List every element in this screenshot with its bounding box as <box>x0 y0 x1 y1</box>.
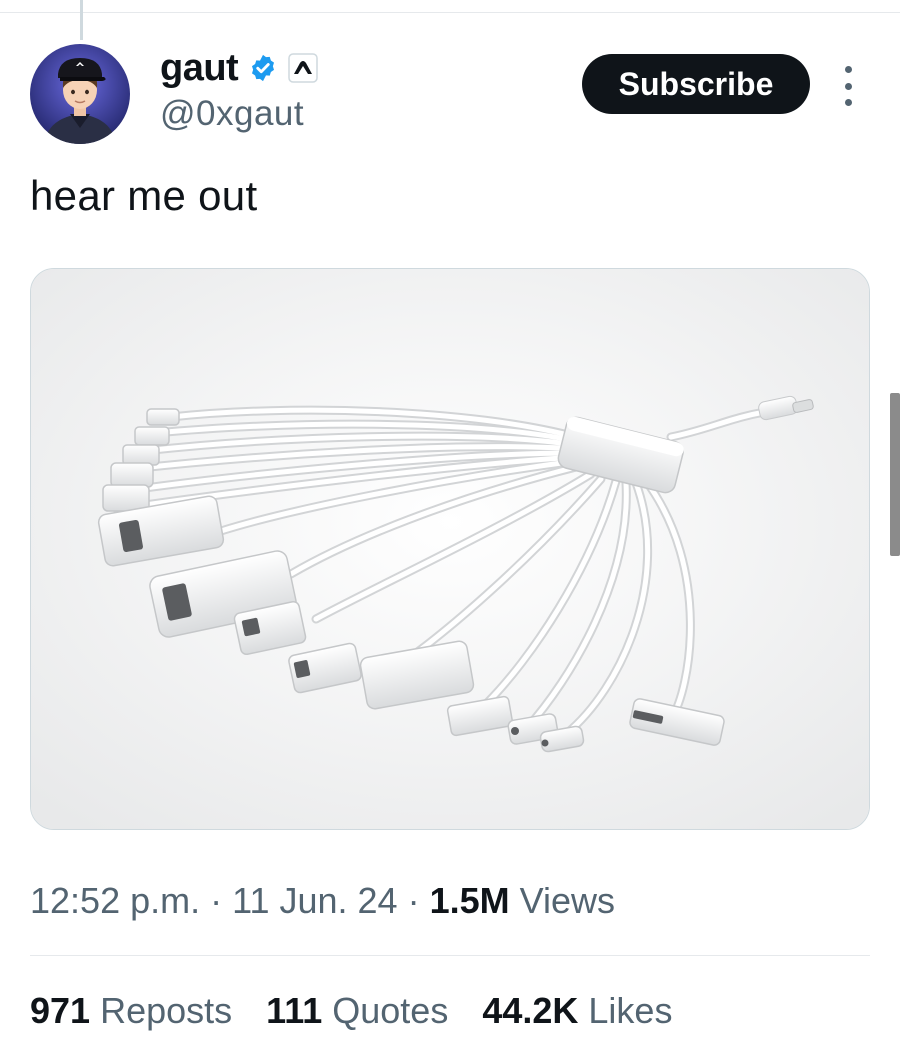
tweet-text: hear me out <box>30 172 258 219</box>
quotes-stat[interactable]: 111 Quotes <box>266 990 448 1032</box>
top-divider <box>0 12 900 13</box>
stat-label: Likes <box>588 990 673 1031</box>
avatar[interactable] <box>30 44 130 144</box>
more-dot <box>844 66 852 73</box>
scrollbar-thumb[interactable] <box>890 393 900 556</box>
tweet-date[interactable]: 11 Jun. 24 <box>232 880 397 921</box>
stat-count: 111 <box>266 990 323 1031</box>
author-display-name[interactable]: gaut <box>160 47 239 90</box>
stat-label: Quotes <box>332 990 449 1031</box>
tweet-media-photo[interactable] <box>30 268 870 830</box>
stat-count: 44.2K <box>482 990 579 1031</box>
verified-badge-icon[interactable] <box>248 53 278 83</box>
more-vertical-icon[interactable] <box>838 66 858 106</box>
tweet-time[interactable]: 12:52 p.m. <box>30 880 200 921</box>
tweet-stats: 971 Reposts 111 Quotes 44.2K Likes <box>30 990 672 1032</box>
reposts-stat[interactable]: 971 Reposts <box>30 990 232 1032</box>
thread-connector-line <box>80 0 83 40</box>
views-label: Views <box>509 880 616 921</box>
more-dot <box>844 82 852 90</box>
subscribe-button[interactable]: Subscribe <box>582 54 810 114</box>
stat-label: Reposts <box>100 990 233 1031</box>
stats-divider <box>30 955 870 956</box>
stat-count: 971 <box>30 990 91 1031</box>
meta-separator: · <box>397 880 430 921</box>
more-dot <box>844 99 852 106</box>
views-count: 1.5M <box>429 880 510 921</box>
tweet-meta: 12:52 p.m. · 11 Jun. 24 · 1.5M Views <box>30 880 615 922</box>
likes-stat[interactable]: 44.2K Likes <box>482 990 672 1032</box>
author-name-row: gaut <box>160 46 318 90</box>
affiliate-badge-icon[interactable] <box>288 53 318 83</box>
meta-separator: · <box>200 880 233 921</box>
adapter-cable-illustration <box>31 269 869 829</box>
author-handle[interactable]: @0xgaut <box>160 94 304 134</box>
